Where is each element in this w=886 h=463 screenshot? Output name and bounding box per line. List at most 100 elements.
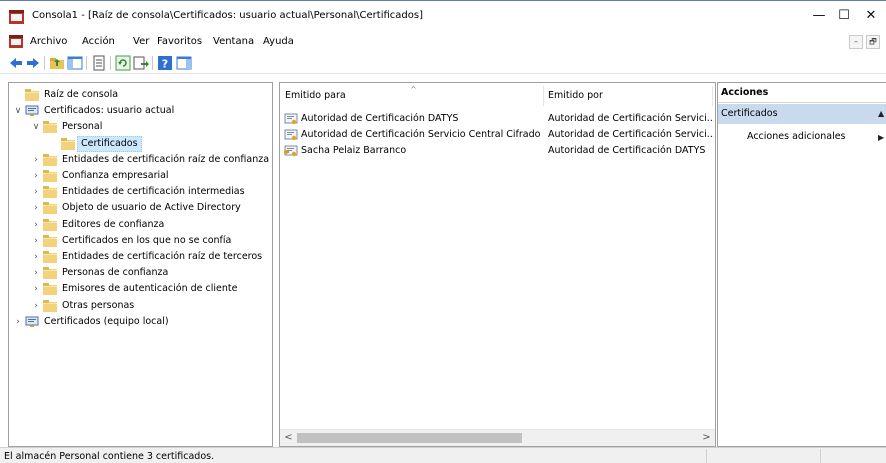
cell-issued-to: Sacha Pelaiz Barranco — [301, 145, 407, 156]
actions-section-certificados[interactable]: Certificados ▲ — [718, 104, 886, 124]
horizontal-scrollbar[interactable]: < > — [280, 429, 715, 446]
status-divider — [706, 449, 707, 463]
menu-archivo[interactable]: Archivo — [30, 36, 67, 47]
folder-icon — [43, 299, 57, 312]
tree-item[interactable]: › Entidades de certificación intermedias — [9, 184, 272, 200]
console-tree-pane[interactable]: Raíz de consola ∨ Certificados: usuario ac… — [8, 82, 273, 447]
collapsed-chevron-icon[interactable]: › — [13, 314, 23, 330]
collapsed-chevron-icon[interactable]: › — [31, 152, 41, 168]
properties-icon[interactable] — [91, 55, 107, 71]
show-hide-tree-icon[interactable] — [67, 55, 83, 71]
actions-pane: Acciones Certificados ▲ Acciones adicion… — [717, 82, 886, 447]
menu-ayuda[interactable]: Ayuda — [263, 36, 294, 47]
list-row[interactable]: Autoridad de Certificación DATYS Autorida… — [284, 111, 714, 127]
back-icon[interactable] — [8, 55, 24, 71]
collapsed-chevron-icon[interactable]: › — [31, 200, 41, 216]
show-hide-action-pane-icon[interactable] — [176, 55, 192, 71]
tree-item[interactable]: › Editores de confianza — [9, 217, 272, 233]
folder-icon — [43, 186, 57, 199]
expanded-chevron-icon[interactable]: ∨ — [13, 103, 23, 119]
collapsed-chevron-icon[interactable]: › — [31, 265, 41, 281]
folder-icon — [43, 251, 57, 263]
actions-section-label: Certificados — [721, 108, 778, 119]
submenu-arrow-icon[interactable]: ▶ — [878, 133, 884, 142]
list-row[interactable]: Autoridad de Certificación Servicio Cent… — [284, 127, 714, 143]
mdi-restore-button[interactable]: 🗗 — [866, 35, 880, 49]
toolbar: ? — [0, 52, 886, 74]
collapsed-chevron-icon[interactable]: › — [31, 217, 41, 233]
collapsed-chevron-icon[interactable]: › — [31, 298, 41, 314]
certificate-icon — [284, 129, 298, 141]
scroll-right-button[interactable]: > — [698, 430, 715, 446]
cell-issued-by: Autoridad de Certificación Servici... — [548, 129, 714, 140]
certificate-key-icon — [284, 145, 298, 157]
maximize-button[interactable]: ☐ — [829, 5, 859, 27]
tree-item-label: Entidades de certificación intermedias — [62, 186, 245, 198]
forward-icon[interactable] — [25, 55, 41, 71]
tree-item[interactable]: › Objeto de usuario de Active Directory — [9, 200, 272, 216]
scrollbar-thumb[interactable] — [297, 433, 522, 443]
status-divider — [820, 449, 821, 463]
refresh-icon[interactable] — [115, 55, 131, 71]
status-text: El almacén Personal contiene 3 certifica… — [4, 451, 215, 462]
export-list-icon[interactable] — [133, 55, 149, 71]
tree-item[interactable]: › Personas de confianza — [9, 265, 272, 281]
mdi-minimize-button[interactable]: – — [849, 35, 863, 49]
folder-icon — [43, 202, 57, 215]
help-icon[interactable]: ? — [157, 55, 173, 71]
tree-item[interactable]: › Emisores de autenticación de cliente — [9, 281, 272, 297]
tree-item[interactable]: › Entidades de certificación raíz de conf… — [9, 152, 272, 168]
menu-bar: Archivo Acción Ver Favoritos Ventana Ayu… — [0, 32, 886, 52]
collapsed-chevron-icon[interactable]: › — [31, 281, 41, 297]
more-actions-label: Acciones adicionales — [747, 131, 846, 142]
tree-item[interactable]: Certificados — [9, 135, 272, 152]
scroll-left-button[interactable]: < — [280, 430, 297, 446]
column-header-issued-by[interactable]: Emitido por — [548, 90, 603, 101]
tree-item-label: Certificados: usuario actual — [44, 105, 175, 117]
expanded-chevron-icon[interactable]: ∨ — [31, 119, 41, 135]
tree-item[interactable]: Raíz de consola — [9, 87, 272, 103]
mmc-document-icon[interactable] — [9, 35, 23, 48]
column-header-issued-to[interactable]: Emitido para — [285, 90, 346, 101]
tree-item[interactable]: ∨ Certificados: usuario actual — [9, 103, 272, 119]
collapse-caret-icon[interactable]: ▲ — [878, 104, 884, 124]
collapsed-chevron-icon[interactable]: › — [31, 184, 41, 200]
list-row[interactable]: Sacha Pelaiz Barranco Autoridad de Certif… — [284, 143, 714, 159]
folder-icon — [25, 89, 39, 101]
tree-item-label: Confianza empresarial — [62, 170, 169, 181]
menu-ver[interactable]: Ver — [133, 36, 149, 47]
close-button[interactable]: ✕ — [856, 5, 886, 27]
tree-item-label: Emisores de autenticación de cliente — [62, 283, 238, 295]
menu-favoritos[interactable]: Favoritos — [157, 36, 202, 47]
cell-issued-to: Autoridad de Certificación DATYS — [301, 113, 459, 124]
folder-icon — [43, 283, 57, 296]
tree-item-label: Personas de confianza — [62, 267, 169, 279]
tree-item[interactable]: ∨ Personal — [9, 119, 272, 135]
menu-ventana[interactable]: Ventana — [213, 36, 254, 47]
tree-item[interactable]: › Confianza empresarial — [9, 168, 272, 184]
certificate-store-icon — [25, 316, 39, 327]
toolbar-separator — [110, 56, 111, 70]
tree-item[interactable]: › Certificados (equipo local) — [9, 314, 272, 330]
more-actions-item[interactable]: Acciones adicionales — [747, 131, 846, 142]
toolbar-separator — [152, 56, 153, 70]
column-divider[interactable] — [712, 86, 713, 106]
tree-item-label: Entidades de certificación raíz de confi… — [62, 153, 270, 165]
tree-item[interactable]: › Certificados en los que no se confía — [9, 233, 272, 249]
certificate-store-icon — [25, 105, 39, 117]
tree-item-label: Otras personas — [62, 299, 135, 311]
up-folder-icon[interactable] — [49, 55, 65, 71]
tree-item[interactable]: › Otras personas — [9, 298, 272, 314]
tree-item[interactable]: › Entidades de certificación raíz de terc… — [9, 249, 272, 265]
collapsed-chevron-icon[interactable]: › — [31, 168, 41, 184]
collapsed-chevron-icon[interactable]: › — [31, 233, 41, 249]
folder-icon — [43, 267, 57, 280]
collapsed-chevron-icon[interactable]: › — [31, 249, 41, 265]
tree-item-label: Personal — [62, 121, 103, 133]
sort-indicator: ^ — [410, 85, 417, 94]
cell-issued-by: Autoridad de Certificación Servici... — [548, 113, 714, 124]
certificate-icon — [284, 113, 298, 125]
column-divider[interactable] — [543, 86, 544, 106]
results-list-pane[interactable]: ^ Emitido para Emitido por Autoridad de … — [279, 82, 716, 447]
menu-accion[interactable]: Acción — [82, 36, 115, 47]
